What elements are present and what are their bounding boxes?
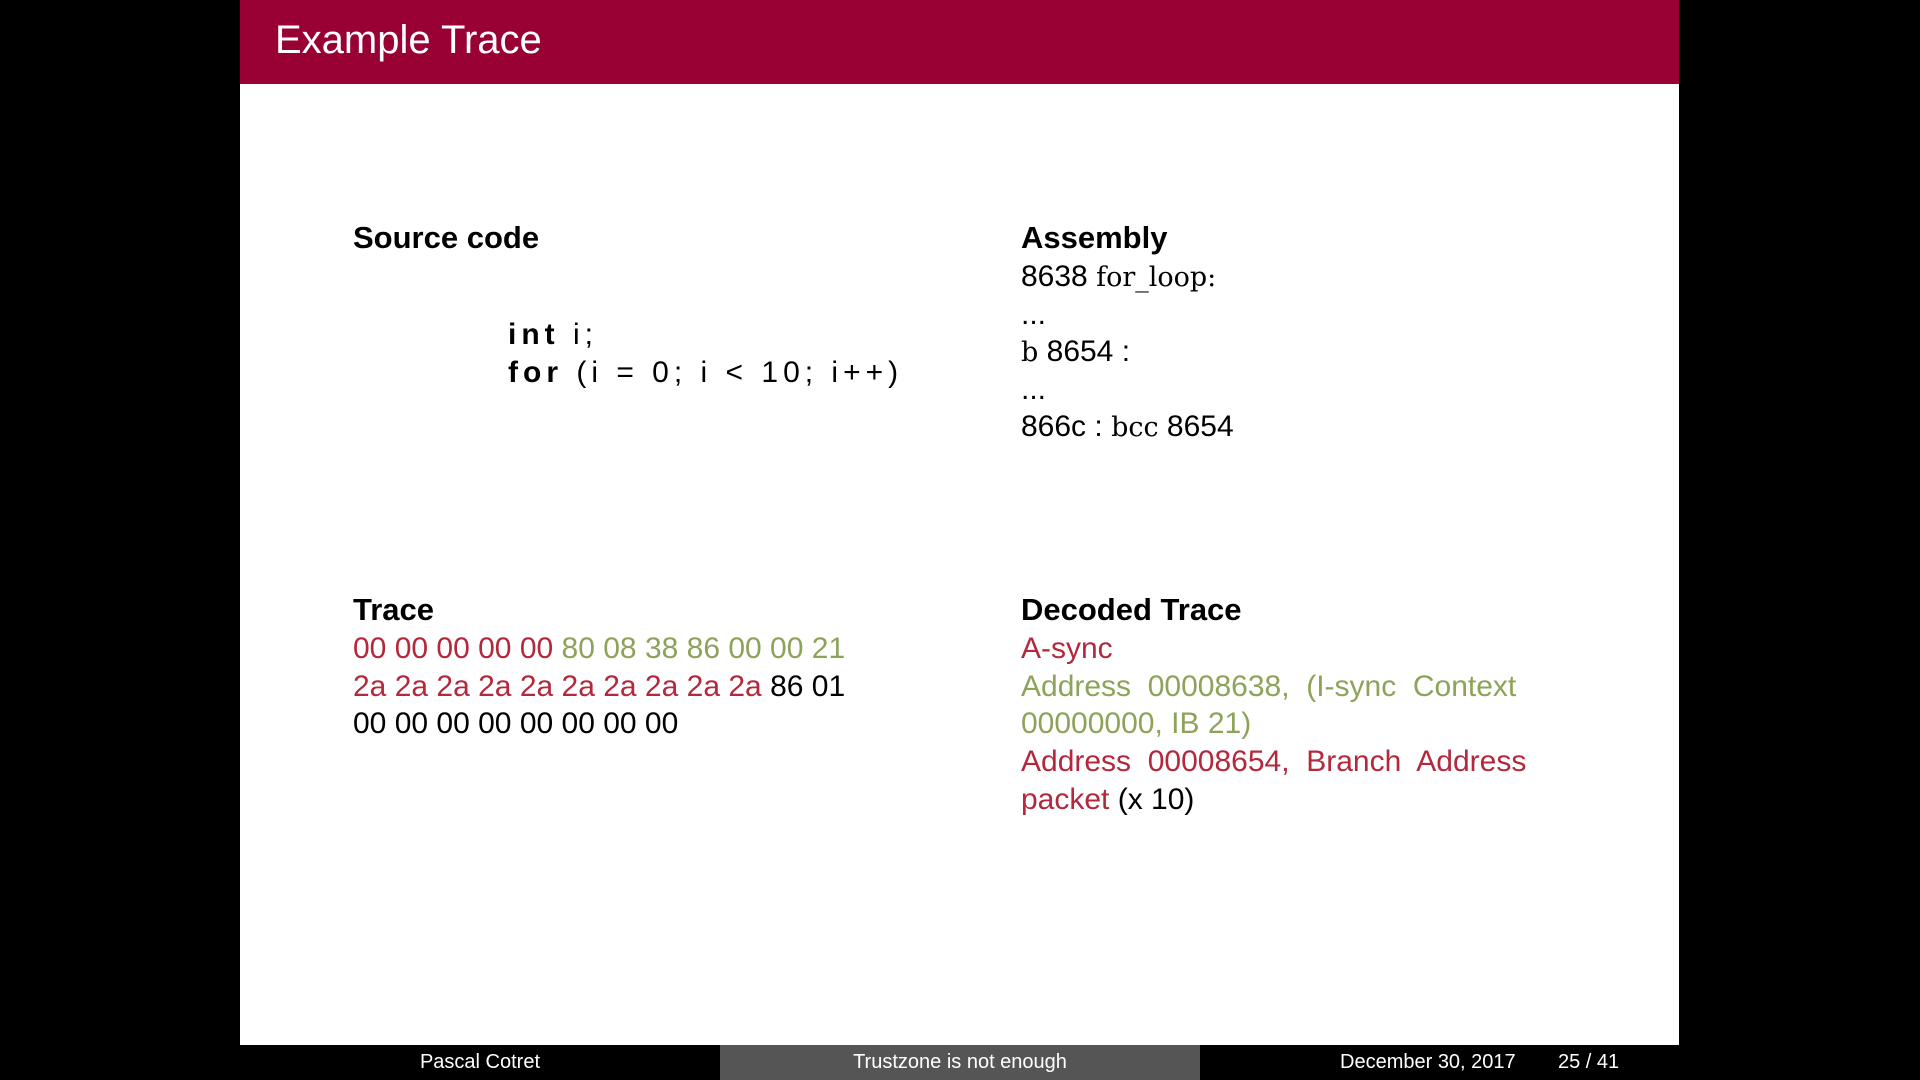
title-bar: Example Trace <box>240 0 1679 84</box>
trace-isync-bytes: 80 08 38 86 00 00 21 <box>561 632 846 665</box>
footer-talk-title: Trustzone is not enough <box>720 1045 1200 1080</box>
assembly-line-3-rest: 8654 : <box>1038 335 1131 368</box>
decoded-line-branch-2: packet (x 10) <box>1021 783 1194 817</box>
assembly-line-3: b 8654 : <box>1021 335 1130 369</box>
code-line-2: for (i = 0; i < 10; i++) <box>508 356 903 390</box>
slide-title: Example Trace <box>275 18 542 62</box>
trace-line-2: 2a 2a 2a 2a 2a 2a 2a 2a 2a 2a 86 01 <box>353 670 845 704</box>
assembly-heading: Assembly <box>1021 220 1168 255</box>
assembly-line-5: 866c : bcc 8654 <box>1021 410 1234 444</box>
footer-page-number: 25 / 41 <box>1558 1051 1620 1073</box>
trace-heading: Trace <box>353 592 435 627</box>
assembly-line-5-addr: 866c : <box>1021 410 1112 443</box>
code-keyword-for: for <box>508 356 563 389</box>
assembly-line-5-rest: 8654 <box>1158 410 1234 443</box>
trace-branch-bytes: 2a 2a 2a 2a 2a 2a 2a 2a 2a 2a <box>353 670 762 703</box>
decoded-line-isync-1: Address 00008638, (I-sync Context <box>1021 670 1517 703</box>
code-line-1-rest: i; <box>559 318 598 351</box>
decoded-trace-heading: Decoded Trace <box>1021 592 1242 627</box>
assembly-instr-b: b <box>1021 337 1039 368</box>
trace-line-1: 00 00 00 00 00 80 08 38 86 00 00 21 <box>353 632 845 666</box>
decoded-line-branch-1: Address 00008654, Branch Address <box>1021 745 1527 778</box>
code-keyword-int: int <box>508 318 560 351</box>
assembly-line-1: 8638 for_loop: <box>1021 260 1216 294</box>
code-line-2-rest: (i = 0; i < 10; i++) <box>563 356 904 389</box>
decoded-count: (x 10) <box>1109 783 1195 816</box>
assembly-label: for_loop: <box>1096 262 1217 293</box>
trace-other-bytes: 86 01 <box>770 670 846 703</box>
assembly-address: 8638 <box>1021 260 1097 293</box>
trace-async-bytes: 00 00 00 00 00 <box>353 632 554 665</box>
footer-right-section: December 30, 2017 25 / 41 <box>1200 1045 1679 1080</box>
assembly-dots-1: ... <box>1021 298 1047 331</box>
footer-author: Pascal Cotret <box>240 1045 720 1080</box>
trace-line-3: 00 00 00 00 00 00 00 00 <box>353 707 679 740</box>
decoded-packet-word: packet <box>1021 783 1110 816</box>
footer-date: December 30, 2017 <box>1340 1051 1516 1073</box>
decoded-line-isync-2: 00000000, IB 21) <box>1021 707 1252 740</box>
assembly-instr-bcc: bcc <box>1111 412 1159 443</box>
footer: Pascal Cotret Trustzone is not enough De… <box>240 1045 1679 1080</box>
source-code-heading: Source code <box>353 220 540 255</box>
slide: Example Trace Source code int i; for (i … <box>240 0 1679 1080</box>
decoded-line-async: A-sync <box>1021 632 1113 665</box>
code-line-1: int i; <box>508 318 598 352</box>
assembly-dots-2: ... <box>1021 373 1047 406</box>
